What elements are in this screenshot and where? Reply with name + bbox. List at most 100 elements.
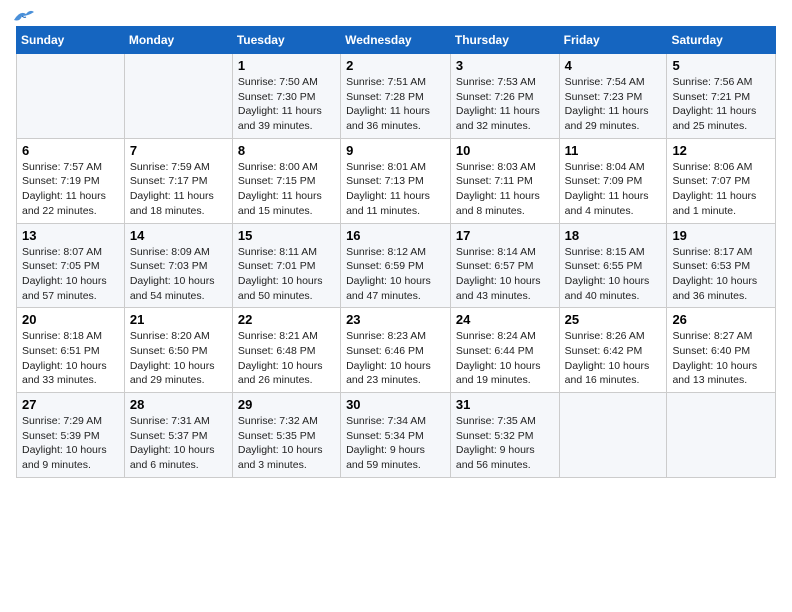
day-number: 16	[346, 228, 445, 243]
day-info: Sunrise: 8:21 AMSunset: 6:48 PMDaylight:…	[238, 329, 335, 388]
calendar-cell: 6 Sunrise: 7:57 AMSunset: 7:19 PMDaylight…	[17, 138, 125, 223]
calendar-cell: 20Sunrise: 8:18 AMSunset: 6:51 PMDayligh…	[17, 308, 125, 393]
day-info: Sunrise: 8:15 AMSunset: 6:55 PMDaylight:…	[565, 245, 662, 304]
day-number: 26	[672, 312, 770, 327]
day-number: 11	[565, 143, 662, 158]
calendar-cell: 1 Sunrise: 7:50 AMSunset: 7:30 PMDaylight…	[232, 54, 340, 139]
day-number: 13	[22, 228, 119, 243]
day-info: Sunrise: 8:06 AMSunset: 7:07 PMDaylight:…	[672, 160, 770, 219]
day-number: 5	[672, 58, 770, 73]
day-info: Sunrise: 8:20 AMSunset: 6:50 PMDaylight:…	[130, 329, 227, 388]
day-number: 4	[565, 58, 662, 73]
column-header-monday: Monday	[124, 27, 232, 54]
day-number: 25	[565, 312, 662, 327]
day-info: Sunrise: 7:53 AMSunset: 7:26 PMDaylight:…	[456, 75, 554, 134]
header-row: SundayMondayTuesdayWednesdayThursdayFrid…	[17, 27, 776, 54]
calendar-cell: 8 Sunrise: 8:00 AMSunset: 7:15 PMDaylight…	[232, 138, 340, 223]
calendar-cell: 14 Sunrise: 8:09 AMSunset: 7:03 PMDayligh…	[124, 223, 232, 308]
calendar-cell: 22Sunrise: 8:21 AMSunset: 6:48 PMDayligh…	[232, 308, 340, 393]
day-info: Sunrise: 7:34 AMSunset: 5:34 PMDaylight:…	[346, 414, 445, 473]
week-row-5: 27Sunrise: 7:29 AMSunset: 5:39 PMDayligh…	[17, 393, 776, 478]
calendar-cell: 31 Sunrise: 7:35 AMSunset: 5:32 PMDayligh…	[450, 393, 559, 478]
day-number: 7	[130, 143, 227, 158]
day-info: Sunrise: 8:23 AMSunset: 6:46 PMDaylight:…	[346, 329, 445, 388]
day-info: Sunrise: 7:59 AMSunset: 7:17 PMDaylight:…	[130, 160, 227, 219]
day-info: Sunrise: 7:57 AMSunset: 7:19 PMDaylight:…	[22, 160, 119, 219]
day-number: 8	[238, 143, 335, 158]
calendar-cell: 23 Sunrise: 8:23 AMSunset: 6:46 PMDayligh…	[341, 308, 451, 393]
calendar-cell: 17 Sunrise: 8:14 AMSunset: 6:57 PMDayligh…	[450, 223, 559, 308]
day-number: 10	[456, 143, 554, 158]
calendar-cell: 13 Sunrise: 8:07 AMSunset: 7:05 PMDayligh…	[17, 223, 125, 308]
day-number: 14	[130, 228, 227, 243]
calendar-cell: 21 Sunrise: 8:20 AMSunset: 6:50 PMDayligh…	[124, 308, 232, 393]
calendar-header: SundayMondayTuesdayWednesdayThursdayFrid…	[17, 27, 776, 54]
calendar-cell: 16 Sunrise: 8:12 AMSunset: 6:59 PMDayligh…	[341, 223, 451, 308]
day-info: Sunrise: 7:32 AMSunset: 5:35 PMDaylight:…	[238, 414, 335, 473]
calendar-cell: 4 Sunrise: 7:54 AMSunset: 7:23 PMDaylight…	[559, 54, 667, 139]
calendar-cell: 24 Sunrise: 8:24 AMSunset: 6:44 PMDayligh…	[450, 308, 559, 393]
calendar-cell: 30 Sunrise: 7:34 AMSunset: 5:34 PMDayligh…	[341, 393, 451, 478]
day-info: Sunrise: 8:11 AMSunset: 7:01 PMDaylight:…	[238, 245, 335, 304]
column-header-tuesday: Tuesday	[232, 27, 340, 54]
day-info: Sunrise: 8:03 AMSunset: 7:11 PMDaylight:…	[456, 160, 554, 219]
day-info: Sunrise: 8:09 AMSunset: 7:03 PMDaylight:…	[130, 245, 227, 304]
day-info: Sunrise: 8:12 AMSunset: 6:59 PMDaylight:…	[346, 245, 445, 304]
calendar-cell: 15 Sunrise: 8:11 AMSunset: 7:01 PMDayligh…	[232, 223, 340, 308]
day-info: Sunrise: 8:01 AMSunset: 7:13 PMDaylight:…	[346, 160, 445, 219]
calendar-cell: 7 Sunrise: 7:59 AMSunset: 7:17 PMDaylight…	[124, 138, 232, 223]
calendar-table: SundayMondayTuesdayWednesdayThursdayFrid…	[16, 26, 776, 478]
day-info: Sunrise: 8:26 AMSunset: 6:42 PMDaylight:…	[565, 329, 662, 388]
day-number: 30	[346, 397, 445, 412]
day-number: 6	[22, 143, 119, 158]
day-info: Sunrise: 7:35 AMSunset: 5:32 PMDaylight:…	[456, 414, 554, 473]
day-number: 17	[456, 228, 554, 243]
day-info: Sunrise: 8:04 AMSunset: 7:09 PMDaylight:…	[565, 160, 662, 219]
day-number: 2	[346, 58, 445, 73]
day-number: 23	[346, 312, 445, 327]
day-info: Sunrise: 8:07 AMSunset: 7:05 PMDaylight:…	[22, 245, 119, 304]
day-number: 31	[456, 397, 554, 412]
calendar-cell: 29 Sunrise: 7:32 AMSunset: 5:35 PMDayligh…	[232, 393, 340, 478]
day-info: Sunrise: 8:17 AMSunset: 6:53 PMDaylight:…	[672, 245, 770, 304]
week-row-1: 1 Sunrise: 7:50 AMSunset: 7:30 PMDaylight…	[17, 54, 776, 139]
calendar-cell: 3Sunrise: 7:53 AMSunset: 7:26 PMDaylight…	[450, 54, 559, 139]
calendar-cell	[559, 393, 667, 478]
day-number: 24	[456, 312, 554, 327]
week-row-4: 20Sunrise: 8:18 AMSunset: 6:51 PMDayligh…	[17, 308, 776, 393]
calendar-cell: 18Sunrise: 8:15 AMSunset: 6:55 PMDayligh…	[559, 223, 667, 308]
day-info: Sunrise: 8:14 AMSunset: 6:57 PMDaylight:…	[456, 245, 554, 304]
day-number: 21	[130, 312, 227, 327]
day-info: Sunrise: 7:50 AMSunset: 7:30 PMDaylight:…	[238, 75, 335, 134]
week-row-2: 6 Sunrise: 7:57 AMSunset: 7:19 PMDaylight…	[17, 138, 776, 223]
calendar-cell: 9 Sunrise: 8:01 AMSunset: 7:13 PMDaylight…	[341, 138, 451, 223]
day-info: Sunrise: 8:27 AMSunset: 6:40 PMDaylight:…	[672, 329, 770, 388]
calendar-cell	[667, 393, 776, 478]
calendar-cell: 27Sunrise: 7:29 AMSunset: 5:39 PMDayligh…	[17, 393, 125, 478]
column-header-wednesday: Wednesday	[341, 27, 451, 54]
day-number: 15	[238, 228, 335, 243]
day-number: 19	[672, 228, 770, 243]
calendar-cell: 26 Sunrise: 8:27 AMSunset: 6:40 PMDayligh…	[667, 308, 776, 393]
day-number: 29	[238, 397, 335, 412]
day-number: 12	[672, 143, 770, 158]
day-info: Sunrise: 7:54 AMSunset: 7:23 PMDaylight:…	[565, 75, 662, 134]
day-number: 28	[130, 397, 227, 412]
day-info: Sunrise: 7:56 AMSunset: 7:21 PMDaylight:…	[672, 75, 770, 134]
day-info: Sunrise: 8:24 AMSunset: 6:44 PMDaylight:…	[456, 329, 554, 388]
calendar-cell: 19 Sunrise: 8:17 AMSunset: 6:53 PMDayligh…	[667, 223, 776, 308]
calendar-cell: 12 Sunrise: 8:06 AMSunset: 7:07 PMDayligh…	[667, 138, 776, 223]
calendar-cell: 10 Sunrise: 8:03 AMSunset: 7:11 PMDayligh…	[450, 138, 559, 223]
column-header-saturday: Saturday	[667, 27, 776, 54]
day-number: 1	[238, 58, 335, 73]
day-info: Sunrise: 7:51 AMSunset: 7:28 PMDaylight:…	[346, 75, 445, 134]
logo-bird-icon	[12, 8, 34, 26]
calendar-cell: 2 Sunrise: 7:51 AMSunset: 7:28 PMDaylight…	[341, 54, 451, 139]
week-row-3: 13 Sunrise: 8:07 AMSunset: 7:05 PMDayligh…	[17, 223, 776, 308]
calendar-cell: 5 Sunrise: 7:56 AMSunset: 7:21 PMDaylight…	[667, 54, 776, 139]
column-header-friday: Friday	[559, 27, 667, 54]
calendar-cell	[124, 54, 232, 139]
day-info: Sunrise: 8:00 AMSunset: 7:15 PMDaylight:…	[238, 160, 335, 219]
day-number: 27	[22, 397, 119, 412]
day-number: 9	[346, 143, 445, 158]
